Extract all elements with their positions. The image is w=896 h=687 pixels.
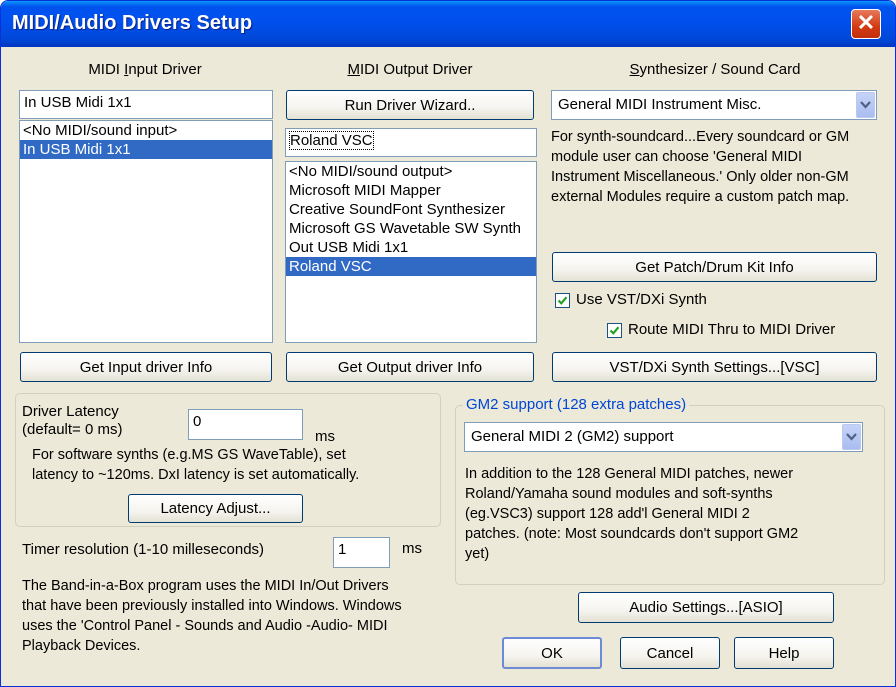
midi-output-heading: MIDI Output Driver: [285, 61, 535, 78]
chevron-down-icon[interactable]: [842, 424, 861, 450]
gm2-select-value: General MIDI 2 (GM2) support: [471, 428, 674, 445]
gm2-description-line: patches. (note: Most soundcards don't su…: [465, 526, 799, 542]
midi-output-field[interactable]: Roland VSC: [285, 128, 537, 157]
latency-note-line: latency to ~120ms. DxI latency is set au…: [32, 467, 360, 483]
midi-output-value: Roland VSC: [289, 131, 374, 150]
synth-description-line: For synth-soundcard...Every soundcard or…: [551, 129, 850, 145]
drivers-info-text: The Band-in-a-Box program uses the MIDI …: [22, 576, 452, 656]
midi-input-heading: MIDI Input Driver: [25, 61, 265, 78]
help-button[interactable]: Help: [734, 637, 834, 669]
get-patch-drum-kit-info-button[interactable]: Get Patch/Drum Kit Info: [552, 252, 877, 282]
timer-resolution-input[interactable]: 1: [333, 537, 390, 568]
title-bar[interactable]: MIDI/Audio Drivers Setup ✕: [1, 1, 895, 47]
list-item[interactable]: Microsoft MIDI Mapper: [286, 181, 536, 200]
synth-description-line: external Modules require a custom patch …: [551, 189, 850, 205]
use-vst-label[interactable]: Use VST/DXi Synth: [576, 291, 707, 308]
audio-settings-button[interactable]: Audio Settings...[ASIO]: [578, 592, 834, 623]
midi-output-heading-accesskey: M: [347, 61, 360, 78]
driver-latency-default-label: (default= 0 ms): [22, 421, 123, 438]
synth-select[interactable]: General MIDI Instrument Misc.: [551, 90, 877, 120]
cancel-button[interactable]: Cancel: [620, 637, 720, 669]
checkmark-icon: [609, 326, 620, 335]
list-item[interactable]: Creative SoundFont Synthesizer: [286, 200, 536, 219]
list-item[interactable]: <No MIDI/sound input>: [20, 121, 272, 140]
get-output-driver-info-button[interactable]: Get Output driver Info: [286, 352, 534, 382]
synth-description-line: module user can choose 'General MIDI: [551, 149, 803, 165]
synth-description: For synth-soundcard...Every soundcard or…: [551, 127, 886, 207]
midi-input-heading-post: nput Driver: [128, 61, 202, 78]
synth-select-value: General MIDI Instrument Misc.: [558, 96, 762, 113]
list-item[interactable]: Microsoft GS Wavetable SW Synth: [286, 219, 536, 238]
midi-output-list[interactable]: <No MIDI/sound output> Microsoft MIDI Ma…: [285, 161, 537, 343]
gm2-select[interactable]: General MIDI 2 (GM2) support: [464, 422, 863, 452]
dialog-window: MIDI/Audio Drivers Setup ✕ MIDI Input Dr…: [0, 0, 896, 687]
window-title: MIDI/Audio Drivers Setup: [12, 12, 253, 34]
gm2-description-line: In addition to the 128 General MIDI patc…: [465, 466, 794, 482]
midi-output-heading-post: IDI Output Driver: [359, 61, 473, 78]
timer-resolution-label: Timer resolution (1-10 milleseconds): [22, 541, 265, 558]
use-vst-checkbox[interactable]: [555, 293, 570, 308]
list-item-selected[interactable]: In USB Midi 1x1: [20, 140, 272, 159]
drivers-info-line: The Band-in-a-Box program uses the MIDI …: [22, 578, 389, 594]
synth-heading-post: ynthesizer / Sound Card: [639, 61, 801, 78]
close-button[interactable]: ✕: [851, 9, 881, 39]
chevron-down-icon[interactable]: [856, 92, 875, 118]
close-icon: ✕: [856, 10, 876, 35]
list-item-selected[interactable]: Roland VSC: [286, 257, 536, 276]
checkmark-icon: [557, 296, 568, 305]
vst-synth-settings-button[interactable]: VST/DXi Synth Settings...[VSC]: [552, 352, 877, 382]
drivers-info-line: uses the 'Control Panel - Sounds and Aud…: [22, 618, 388, 634]
timer-unit-label: ms: [402, 540, 422, 557]
route-midi-thru-checkbox[interactable]: [607, 323, 622, 338]
list-item[interactable]: Out USB Midi 1x1: [286, 238, 536, 257]
synth-description-line: Instrument Miscellaneous.' Only older no…: [551, 169, 849, 185]
ok-button[interactable]: OK: [502, 637, 602, 669]
gm2-description-line: Roland/Yamaha sound modules and soft-syn…: [465, 486, 773, 502]
route-midi-thru-label[interactable]: Route MIDI Thru to MIDI Driver: [628, 321, 835, 338]
gm2-group-legend: GM2 support (128 extra patches): [463, 396, 690, 413]
midi-input-field[interactable]: In USB Midi 1x1: [19, 90, 273, 119]
midi-input-list[interactable]: <No MIDI/sound input> In USB Midi 1x1: [19, 120, 273, 343]
dialog-body: MIDI Input Driver In USB Midi 1x1 <No MI…: [5, 47, 891, 682]
driver-latency-label: Driver Latency: [22, 403, 119, 420]
gm2-description-line: (eg.VSC3) support 128 add'l General MIDI…: [465, 506, 750, 522]
latency-note-line: For software synths (e.g.MS GS WaveTable…: [32, 447, 346, 463]
synth-heading-accesskey: S: [629, 61, 640, 78]
gm2-description: In addition to the 128 General MIDI patc…: [465, 464, 875, 564]
get-input-driver-info-button[interactable]: Get Input driver Info: [20, 352, 272, 382]
drivers-info-line: that have been previously installed into…: [22, 598, 402, 614]
drivers-info-line: Playback Devices.: [22, 638, 141, 654]
list-item[interactable]: <No MIDI/sound output>: [286, 162, 536, 181]
synth-heading: Synthesizer / Sound Card: [550, 61, 880, 78]
latency-adjust-button[interactable]: Latency Adjust...: [128, 494, 303, 523]
driver-latency-input[interactable]: 0: [188, 409, 303, 440]
run-driver-wizard-button[interactable]: Run Driver Wizard..: [286, 90, 534, 120]
midi-input-heading-pre: MIDI: [88, 61, 125, 78]
latency-unit-label: ms: [315, 428, 335, 445]
gm2-description-line: yet): [465, 546, 490, 562]
